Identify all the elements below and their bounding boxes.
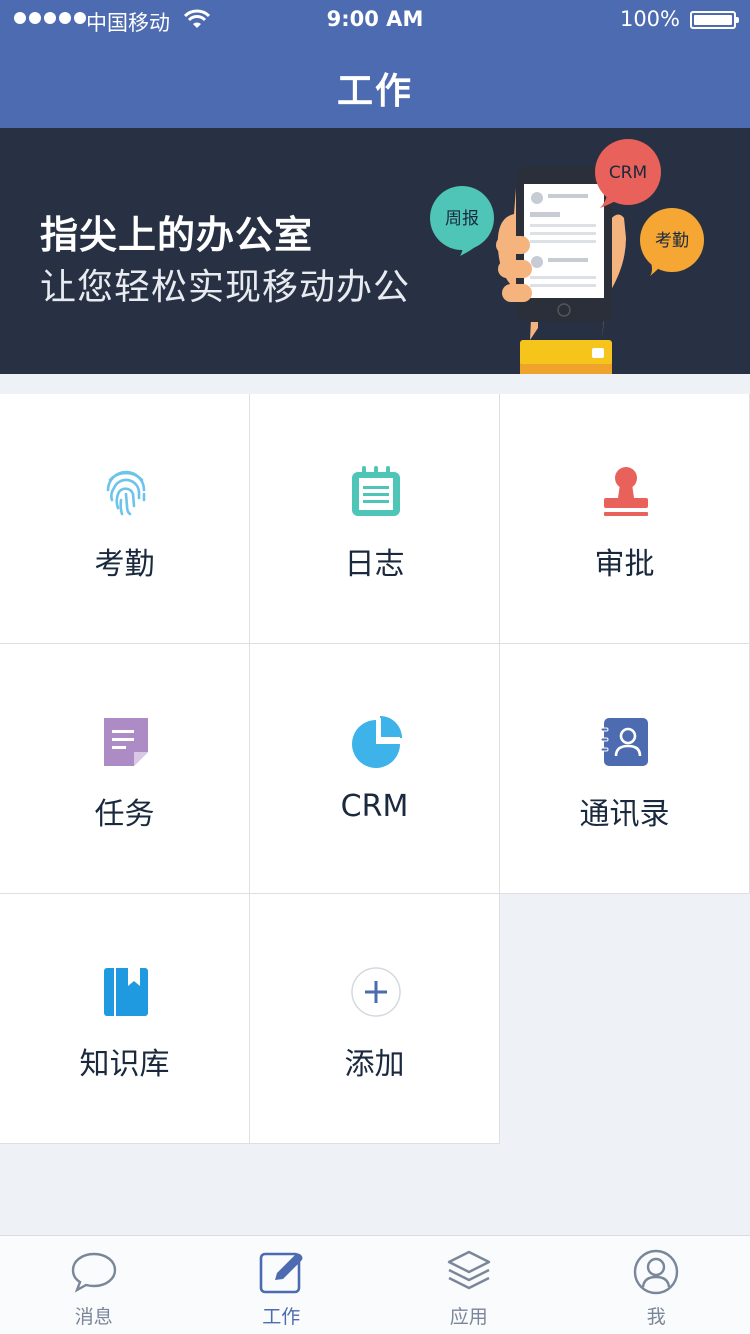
user-icon — [634, 1249, 679, 1295]
tab-label: 消息 — [74, 1306, 113, 1328]
grid-item-task[interactable]: 任务 — [0, 644, 250, 894]
tab-label: 工作 — [262, 1306, 301, 1328]
tab-work[interactable]: 工作 — [188, 1236, 376, 1334]
grid-item-crm[interactable]: CRM — [250, 644, 500, 894]
notepad-icon — [352, 466, 400, 516]
battery-icon — [690, 11, 739, 29]
top-bar: 中国移动 9:00 AM 100% 工作 — [0, 0, 750, 128]
tab-messages[interactable]: 消息 — [0, 1236, 188, 1334]
status-bar: 中国移动 9:00 AM 100% — [0, 0, 750, 40]
grid-item-knowledge-base[interactable]: 知识库 — [0, 894, 250, 1144]
grid-item-attendance[interactable]: 考勤 — [0, 394, 250, 644]
task-document-icon — [104, 718, 148, 766]
banner-title: 指尖上的办公室 — [40, 213, 314, 257]
grid-item-label: 审批 — [594, 547, 655, 582]
bubble-attendance-label: 考勤 — [655, 231, 689, 251]
grid-item-contacts[interactable]: 通讯录 — [500, 644, 750, 894]
grid-item-label: 添加 — [344, 1047, 405, 1082]
grid-item-label: 知识库 — [79, 1047, 170, 1082]
grid-item-add[interactable]: 添加 — [250, 894, 500, 1144]
fingerprint-icon — [106, 470, 146, 516]
battery-percentage: 100% — [619, 7, 680, 31]
grid-item-label: CRM — [340, 789, 409, 824]
layers-icon — [447, 1250, 490, 1290]
stamp-icon — [604, 467, 648, 516]
edit-icon — [259, 1252, 303, 1294]
promo-banner[interactable]: 指尖上的办公室 让您轻松实现移动办公 周报 CRM 考勤 — [0, 128, 750, 374]
tab-bar: 消息 工作 应用 我 — [0, 1235, 750, 1334]
grid-item-log[interactable]: 日志 — [250, 394, 500, 644]
bubble-crm-label: CRM — [609, 163, 647, 183]
grid-item-label: 日志 — [344, 547, 405, 582]
grid-item-label: 任务 — [94, 797, 155, 832]
bubble-report-label: 周报 — [445, 209, 479, 229]
chat-bubble-icon — [71, 1252, 116, 1293]
bookmark-book-icon — [104, 968, 148, 1016]
tab-apps[interactable]: 应用 — [375, 1236, 563, 1334]
tab-label: 应用 — [449, 1306, 488, 1328]
grid-item-approval[interactable]: 审批 — [500, 394, 750, 644]
grid-item-label: 通讯录 — [579, 797, 670, 832]
banner-subtitle: 让您轻松实现移动办公 — [40, 267, 411, 308]
add-icon — [351, 967, 401, 1017]
tab-me[interactable]: 我 — [563, 1236, 750, 1334]
pie-chart-icon — [352, 716, 402, 768]
page-title: 工作 — [336, 71, 413, 112]
grid-item-label: 考勤 — [94, 547, 155, 582]
tab-label: 我 — [646, 1306, 666, 1328]
contacts-book-icon — [600, 718, 648, 766]
banner-phone-illustration: 周报 CRM 考勤 — [430, 139, 704, 374]
